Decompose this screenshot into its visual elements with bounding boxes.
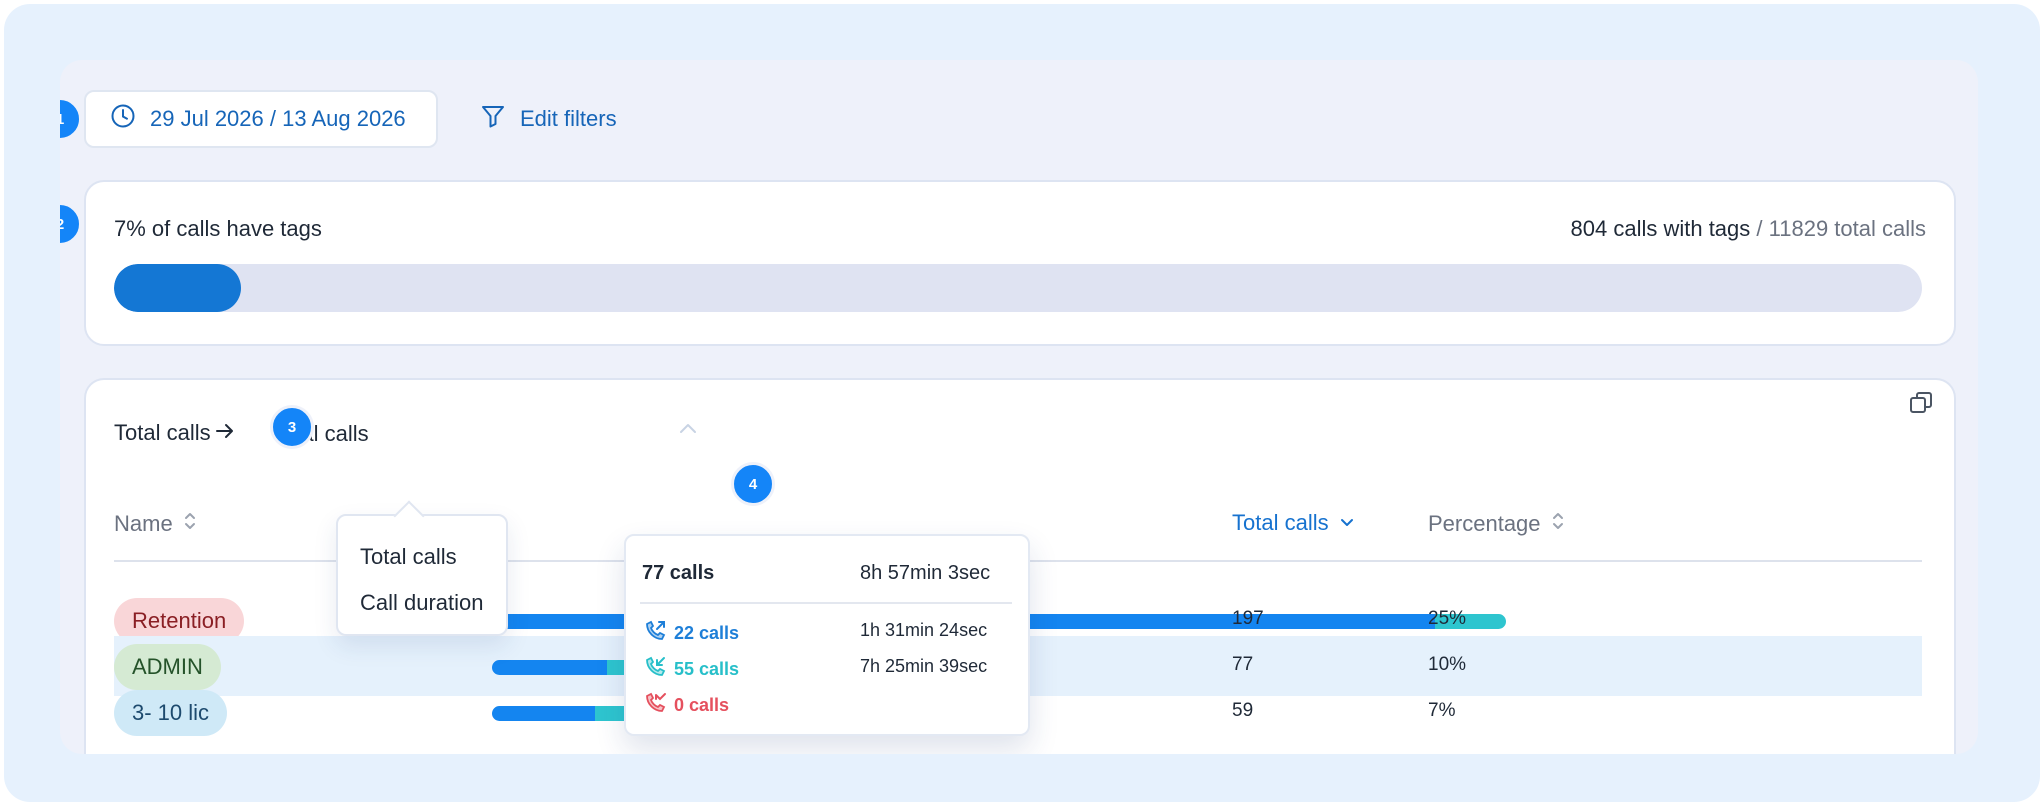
percentage-cell: 25% <box>1428 608 1467 629</box>
step-badge-1: 1 <box>60 97 82 141</box>
total-calls-cell: 197 <box>1232 608 1264 629</box>
dropdown-option-total-calls[interactable]: Total calls <box>360 544 457 570</box>
metric-dropdown: Total calls Call duration <box>336 514 508 636</box>
outbound-bar-segment <box>492 706 596 721</box>
arrow-right-icon <box>214 420 236 447</box>
step-badge-3: 3 <box>270 405 314 449</box>
edit-filters-label: Edit filters <box>520 106 617 131</box>
outbound-bar-segment <box>492 660 607 675</box>
total-calls-cell: 77 <box>1232 654 1254 675</box>
filter-icon <box>480 103 506 135</box>
step-badge-4: 4 <box>731 462 775 506</box>
row-tooltip: 77 calls 8h 57min 3sec 22 calls 1h 31min… <box>624 534 1030 736</box>
tooltip-inbound-duration: 7h 25min 39sec <box>860 656 988 676</box>
tooltip-outbound: 22 calls <box>642 618 739 649</box>
total-calls-count: / 11829 total calls <box>1756 216 1926 241</box>
sort-icon <box>183 510 197 538</box>
missed-call-icon <box>642 690 668 721</box>
clock-icon <box>110 103 136 135</box>
column-percentage-label: Percentage <box>1428 511 1541 536</box>
edit-filters-button[interactable]: Edit filters <box>480 90 617 148</box>
app-frame: 29 Jul 2026 / 13 Aug 2026 Edit filters 7… <box>4 4 2040 802</box>
column-name[interactable]: Name <box>114 510 197 538</box>
date-range-button[interactable]: 29 Jul 2026 / 13 Aug 2026 <box>84 90 438 148</box>
percentage-cell: 7% <box>1428 700 1456 721</box>
report-panel: 29 Jul 2026 / 13 Aug 2026 Edit filters 7… <box>60 60 1978 754</box>
tags-progress-bar <box>114 264 1922 312</box>
tooltip-calls: 77 calls <box>642 562 715 584</box>
column-total-calls-label: Total calls <box>1232 510 1329 535</box>
tooltip-missed: 0 calls <box>642 690 729 721</box>
chevron-up-icon[interactable] <box>676 420 700 441</box>
column-name-label: Name <box>114 511 173 536</box>
percentage-cell: 10% <box>1428 654 1467 675</box>
tooltip-inbound-label: 55 calls <box>674 659 740 679</box>
tooltip-duration: 8h 57min 3sec <box>860 562 991 584</box>
column-total-calls[interactable]: Total calls <box>1232 510 1355 536</box>
tags-progress-fill <box>114 264 241 312</box>
total-calls-cell: 59 <box>1232 700 1254 721</box>
tooltip-divider <box>640 602 1012 604</box>
column-percentage[interactable]: Percentage <box>1428 510 1565 538</box>
tags-headline: 7% of calls have tags <box>114 216 322 241</box>
incoming-call-icon <box>642 654 668 685</box>
tooltip-outbound-duration: 1h 31min 24sec <box>860 620 988 640</box>
tag-pill: 3- 10 lic <box>114 690 228 736</box>
copy-icon[interactable] <box>1908 390 1934 421</box>
outgoing-call-icon <box>642 618 668 649</box>
calls-with-tags: 804 calls with tags <box>1570 216 1751 241</box>
date-range-label: 29 Jul 2026 / 13 Aug 2026 <box>150 106 406 131</box>
tooltip-inbound: 55 calls <box>642 654 739 685</box>
tags-summary-card: 7% of calls have tags 804 calls with tag… <box>84 180 1956 346</box>
step-badge-2: 2 <box>60 202 82 246</box>
breadcrumb-root[interactable]: Total calls <box>114 420 211 446</box>
sort-icon <box>1551 510 1565 538</box>
tooltip-outbound-label: 22 calls <box>674 623 740 643</box>
chevron-down-icon <box>1339 510 1355 536</box>
tags-counts: 804 calls with tags / 11829 total calls <box>1571 216 1926 242</box>
dropdown-option-call-duration[interactable]: Call duration <box>360 590 484 616</box>
tooltip-missed-label: 0 calls <box>674 695 730 715</box>
